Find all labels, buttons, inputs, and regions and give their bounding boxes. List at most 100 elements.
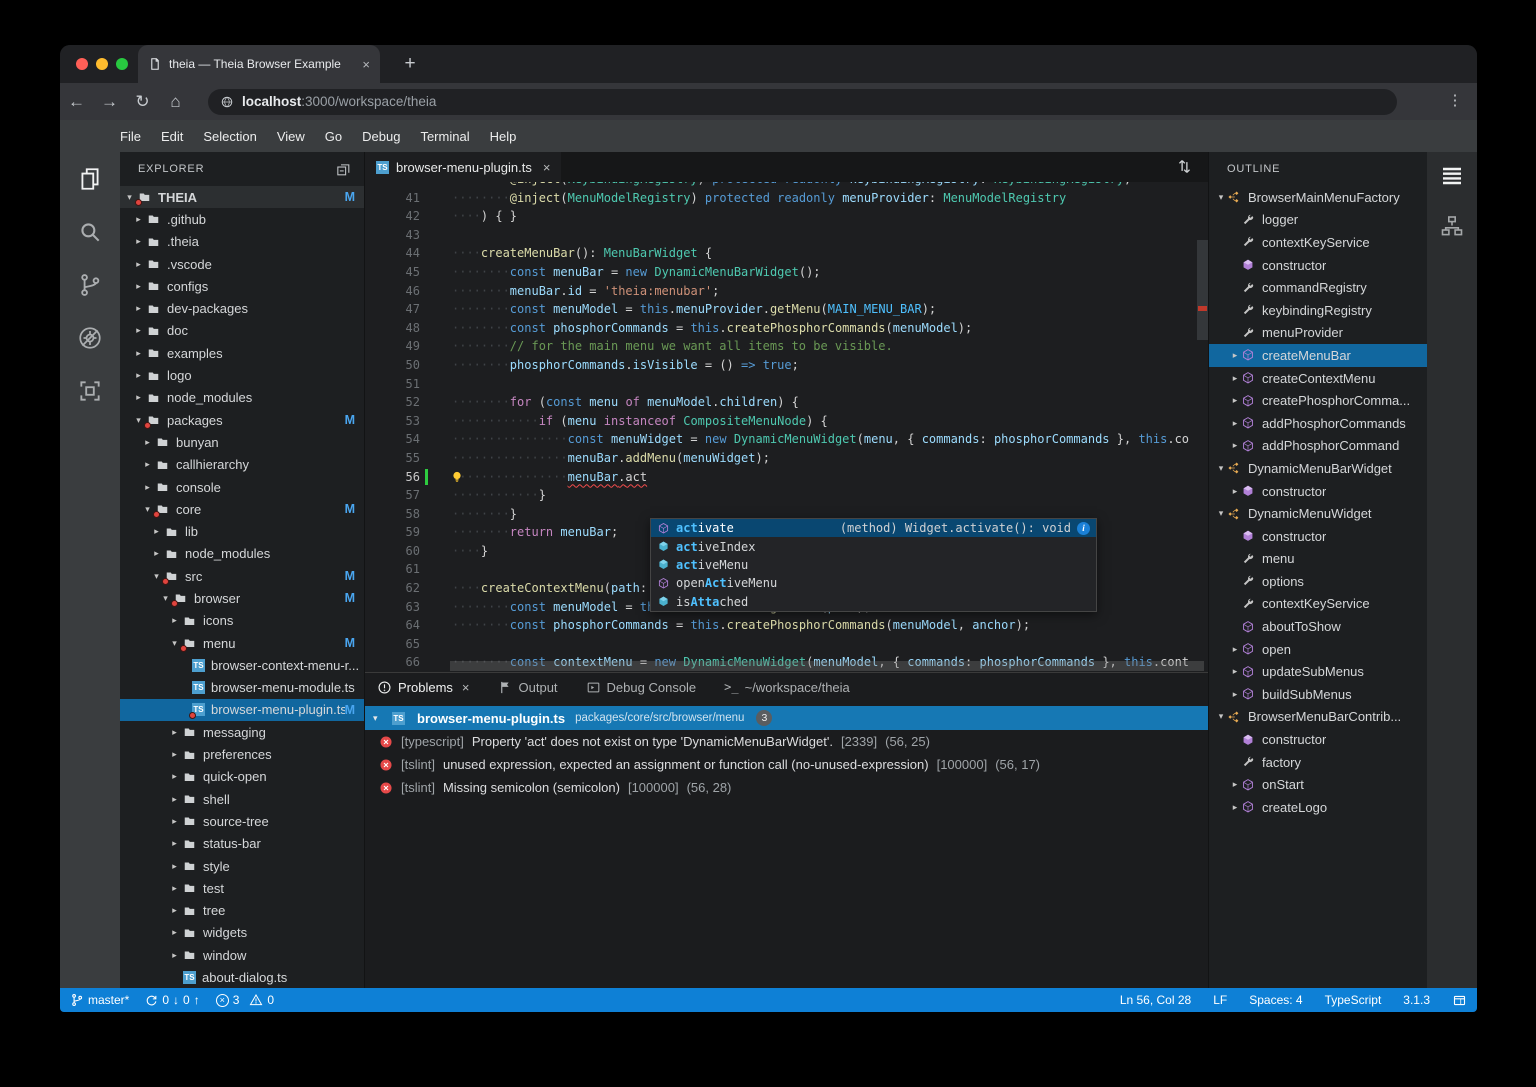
editor-tab[interactable]: TS browser-menu-plugin.ts × [365, 152, 562, 182]
tree-item[interactable]: ▸ logo [120, 364, 364, 386]
tree-item[interactable]: ▸ .theia [120, 231, 364, 253]
tree-twisty-icon[interactable]: ▾ [151, 571, 162, 582]
tree-twisty-icon[interactable]: ▸ [169, 838, 180, 849]
url-bar[interactable]: localhost:3000/workspace/theia [208, 89, 1397, 115]
tree-twisty-icon[interactable]: ▸ [169, 794, 180, 805]
tree-item[interactable]: TS browser-menu-plugin.ts M [120, 698, 364, 722]
tree-item[interactable]: ▸ doc [120, 320, 364, 342]
panel-tab-debug-console[interactable]: Debug Console [586, 680, 696, 695]
new-tab-button[interactable]: + [398, 52, 422, 76]
outline-twisty-icon[interactable]: ▸ [1229, 802, 1241, 813]
menubar-item-go[interactable]: Go [315, 129, 352, 144]
outline-twisty-icon[interactable]: ▸ [1229, 373, 1241, 384]
tree-twisty-icon[interactable]: ▸ [133, 281, 144, 292]
outline-item[interactable]: ▸ updateSubMenus [1209, 660, 1427, 683]
home-icon[interactable]: ⌂ [159, 92, 192, 112]
feedback-window-icon[interactable] [1452, 993, 1467, 1008]
autocomplete-item[interactable]: activeMenu [651, 556, 1096, 574]
tree-twisty-icon[interactable]: ▸ [133, 392, 144, 403]
tree-twisty-icon[interactable]: ▸ [169, 950, 180, 961]
outline-item[interactable]: ▸ addPhosphorCommands [1209, 412, 1427, 435]
tree-item[interactable]: ▸ status-bar [120, 833, 364, 855]
tree-twisty-icon[interactable]: ▾ [124, 192, 135, 203]
activity-debug-button[interactable] [77, 325, 103, 351]
outline-twisty-icon[interactable]: ▸ [1229, 666, 1241, 677]
activity-files-button[interactable] [77, 166, 103, 192]
tree-item[interactable]: ▸ examples [120, 342, 364, 364]
tree-twisty-icon[interactable]: ▸ [133, 303, 144, 314]
tree-item[interactable]: ▸ tree [120, 900, 364, 922]
editor-horizontal-scrollbar[interactable] [450, 661, 1204, 671]
right-bar-call-hierarchy-button[interactable] [1440, 214, 1464, 238]
tree-item[interactable]: ▸ messaging [120, 721, 364, 743]
minimize-window-button[interactable] [96, 58, 108, 70]
maximize-window-button[interactable] [116, 58, 128, 70]
status-problems[interactable]: × 3 0 [215, 993, 274, 1007]
problem-item[interactable]: [tslint] unused expression, expected an a… [365, 753, 1208, 776]
close-window-button[interactable] [76, 58, 88, 70]
outline-twisty-icon[interactable]: ▾ [1215, 192, 1227, 203]
tree-item[interactable]: ▸ .vscode [120, 253, 364, 275]
outline-item[interactable]: commandRegistry [1209, 276, 1427, 299]
menubar-item-file[interactable]: File [110, 129, 151, 144]
tree-twisty-icon[interactable]: ▸ [133, 214, 144, 225]
outline-twisty-icon[interactable]: ▸ [1229, 644, 1241, 655]
tree-twisty-icon[interactable]: ▸ [169, 905, 180, 916]
tree-twisty-icon[interactable]: ▸ [169, 861, 180, 872]
outline-item[interactable]: options [1209, 570, 1427, 593]
activity-search-button[interactable] [77, 219, 103, 245]
tree-item[interactable]: ▸ quick-open [120, 766, 364, 788]
tree-item[interactable]: ▾ src M [120, 565, 364, 587]
outline-item[interactable]: ▸ buildSubMenus [1209, 683, 1427, 706]
outline-twisty-icon[interactable]: ▸ [1229, 395, 1241, 406]
tree-twisty-icon[interactable]: ▾ [160, 593, 171, 604]
outline-item[interactable]: constructor [1209, 254, 1427, 277]
autocomplete-item[interactable]: openActiveMenu [651, 574, 1096, 592]
outline-item[interactable]: constructor [1209, 728, 1427, 751]
status-typescript-version[interactable]: 3.1.3 [1403, 993, 1430, 1007]
status-sync[interactable]: 0 ↓ 0 ↑ [145, 993, 200, 1007]
outline-item[interactable]: ▾ BrowserMenuBarContrib... [1209, 706, 1427, 729]
tree-item[interactable]: ▸ node_modules [120, 387, 364, 409]
tree-item[interactable]: ▸ callhierarchy [120, 454, 364, 476]
outline-item[interactable]: ▸ open [1209, 638, 1427, 661]
menubar-item-selection[interactable]: Selection [193, 129, 266, 144]
tree-item[interactable]: ▾ core M [120, 498, 364, 520]
outline-twisty-icon[interactable]: ▸ [1229, 486, 1241, 497]
activity-git-button[interactable] [77, 272, 103, 298]
tree-twisty-icon[interactable]: ▸ [142, 437, 153, 448]
tree-twisty-icon[interactable]: ▸ [169, 749, 180, 760]
outline-twisty-icon[interactable]: ▸ [1229, 350, 1241, 361]
tree-item[interactable]: ▸ test [120, 877, 364, 899]
tree-twisty-icon[interactable]: ▸ [169, 816, 180, 827]
outline-item[interactable]: ▸ addPhosphorCommand [1209, 435, 1427, 458]
tree-item[interactable]: ▸ .github [120, 208, 364, 230]
outline-item[interactable]: aboutToShow [1209, 615, 1427, 638]
code-editor[interactable]: ········@inject(KeybindingRegistry) prot… [365, 182, 1208, 672]
editor-tab-close-icon[interactable]: × [543, 160, 551, 175]
outline-item[interactable]: ▸ onStart [1209, 773, 1427, 796]
outline-item[interactable]: logger [1209, 209, 1427, 232]
tree-twisty-icon[interactable]: ▾ [142, 504, 153, 515]
problems-twisty-icon[interactable]: ▾ [373, 713, 383, 724]
menubar-item-view[interactable]: View [267, 129, 315, 144]
problems-file-row[interactable]: ▾ TS browser-menu-plugin.ts packages/core/s… [365, 706, 1208, 730]
tree-twisty-icon[interactable]: ▸ [169, 727, 180, 738]
outline-item[interactable]: ▾ DynamicMenuWidget [1209, 502, 1427, 525]
outline-twisty-icon[interactable]: ▸ [1229, 418, 1241, 429]
outline-item[interactable]: menu [1209, 548, 1427, 571]
status-branch[interactable]: master* [70, 993, 129, 1007]
outline-item[interactable]: ▸ constructor [1209, 480, 1427, 503]
editor-vertical-scrollbar[interactable] [1197, 240, 1208, 340]
tree-item[interactable]: ▸ style [120, 855, 364, 877]
status-indentation-indicator[interactable]: Spaces: 4 [1249, 993, 1302, 1007]
tree-twisty-icon[interactable]: ▸ [169, 615, 180, 626]
menubar-item-edit[interactable]: Edit [151, 129, 193, 144]
tree-item[interactable]: ▸ console [120, 476, 364, 498]
outline-twisty-icon[interactable]: ▸ [1229, 689, 1241, 700]
tree-item[interactable]: ▸ widgets [120, 922, 364, 944]
outline-item[interactable]: contextKeyService [1209, 593, 1427, 616]
panel-tab-output[interactable]: Output [498, 680, 558, 695]
tree-item[interactable]: ▸ node_modules [120, 543, 364, 565]
info-icon[interactable]: i [1077, 521, 1090, 535]
